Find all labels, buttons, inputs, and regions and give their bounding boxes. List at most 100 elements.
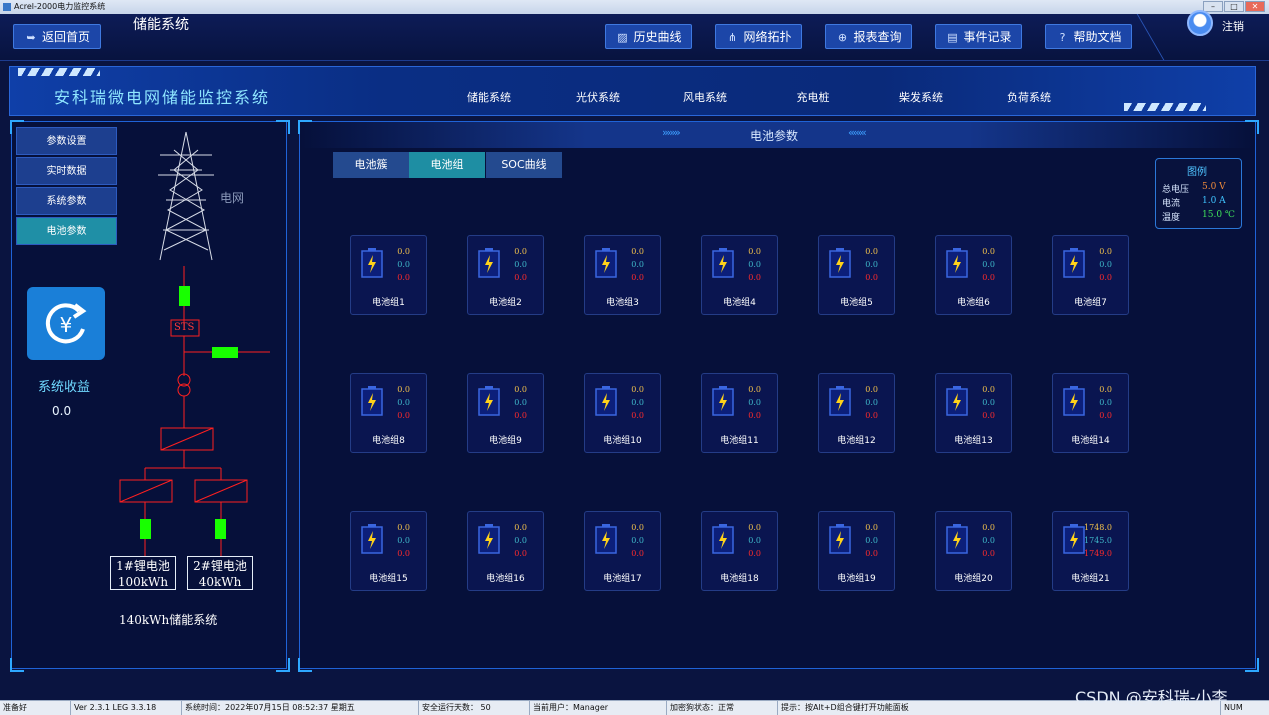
battery-icon	[946, 386, 968, 416]
tab-battery-group[interactable]: 电池组	[409, 152, 485, 178]
group-name: 电池组5	[840, 298, 873, 308]
battery-group-card[interactable]: 0.0 0.0 0.0 电池组5	[818, 235, 895, 315]
window-title-bar: Acrel-2000电力监控系统 – □ ✕	[0, 0, 1269, 14]
panel-corner	[1245, 658, 1259, 672]
battery-group-card[interactable]: 0.0 0.0 0.0 电池组13	[935, 373, 1012, 453]
battery-group-card[interactable]: 0.0 0.0 0.0 电池组4	[701, 235, 778, 315]
battery-2-box: 2#锂电池 40kWh	[187, 556, 253, 590]
revenue-icon: ¥	[27, 287, 105, 360]
battery-group-card[interactable]: 0.0 0.0 0.0 电池组3	[584, 235, 661, 315]
help-icon: ?	[1059, 31, 1066, 44]
group-temperature: 0.0	[631, 411, 644, 420]
battery-icon	[361, 248, 383, 278]
back-arrow-icon: ➥	[26, 31, 36, 44]
help-doc-button[interactable]: ? 帮助文档	[1045, 24, 1132, 49]
tab-storage-system[interactable]: 储能系统	[437, 87, 541, 109]
tab-charging-pile[interactable]: 充电桩	[761, 87, 865, 109]
tab-soc-curve[interactable]: SOC曲线	[486, 152, 562, 178]
group-temperature: 0.0	[397, 549, 410, 558]
panel-corner	[10, 658, 24, 672]
group-current: 0.0	[982, 260, 995, 269]
battery-group-card[interactable]: 0.0 0.0 0.0 电池组1	[350, 235, 427, 315]
panel-corner	[276, 658, 290, 672]
group-name: 电池组9	[489, 436, 522, 446]
battery-icon	[478, 386, 500, 416]
battery-group-card[interactable]: 0.0 0.0 0.0 电池组20	[935, 511, 1012, 591]
battery-group-card[interactable]: 1748.0 1745.0 1749.0 电池组21	[1052, 511, 1129, 591]
breaker-battery-1	[140, 519, 151, 539]
group-temperature: 0.0	[631, 549, 644, 558]
logout-link[interactable]: 注销	[1222, 18, 1244, 34]
group-voltage: 1748.0	[1084, 523, 1112, 532]
legend-value-current: 1.0 A	[1202, 196, 1226, 206]
group-current: 0.0	[514, 260, 527, 269]
legend-label-current: 电流	[1162, 199, 1181, 209]
battery-group-card[interactable]: 0.0 0.0 0.0 电池组2	[467, 235, 544, 315]
battery-group-card[interactable]: 0.0 0.0 0.0 电池组6	[935, 235, 1012, 315]
battery-group-card[interactable]: 0.0 0.0 0.0 电池组7	[1052, 235, 1129, 315]
group-temperature: 0.0	[1099, 273, 1112, 282]
tab-load-system[interactable]: 负荷系统	[977, 87, 1081, 109]
group-name: 电池组20	[954, 574, 993, 584]
group-temperature: 0.0	[748, 273, 761, 282]
battery-group-card[interactable]: 0.0 0.0 0.0 电池组18	[701, 511, 778, 591]
back-home-button[interactable]: ➥ 返回首页	[13, 24, 101, 49]
tab-pv-system[interactable]: 光伏系统	[546, 87, 650, 109]
group-name: 电池组8	[372, 436, 405, 446]
group-voltage: 0.0	[748, 385, 761, 394]
battery-group-card[interactable]: 0.0 0.0 0.0 电池组17	[584, 511, 661, 591]
battery-icon	[595, 386, 617, 416]
group-name: 电池组14	[1071, 436, 1110, 446]
report-query-button[interactable]: ⊕ 报表查询	[825, 24, 912, 49]
system-title: 安科瑞微电网储能监控系统	[54, 88, 271, 107]
group-voltage: 0.0	[397, 523, 410, 532]
group-current: 0.0	[748, 398, 761, 407]
group-temperature: 0.0	[982, 273, 995, 282]
group-name: 电池组1	[372, 298, 405, 308]
battery-icon	[829, 386, 851, 416]
battery-group-card[interactable]: 0.0 0.0 0.0 电池组8	[350, 373, 427, 453]
group-temperature: 0.0	[397, 411, 410, 420]
battery-icon	[946, 248, 968, 278]
chevrons-left-icon: ‹‹‹‹‹‹‹	[848, 126, 867, 139]
group-name: 电池组10	[603, 436, 642, 446]
battery-icon	[1063, 524, 1085, 554]
group-name: 电池组19	[837, 574, 876, 584]
user-avatar-icon[interactable]	[1187, 10, 1213, 36]
network-topology-button[interactable]: ⋔ 网络拓扑	[715, 24, 802, 49]
legend-label-temp: 温度	[1162, 213, 1181, 223]
tab-wind-system[interactable]: 风电系统	[653, 87, 757, 109]
legend-label-voltage: 总电压	[1162, 185, 1190, 195]
tab-battery-cluster[interactable]: 电池簇	[333, 152, 409, 178]
group-voltage: 0.0	[397, 247, 410, 256]
battery-icon	[712, 386, 734, 416]
tab-diesel-system[interactable]: 柴发系统	[869, 87, 973, 109]
history-curve-button[interactable]: ▨ 历史曲线	[605, 24, 692, 49]
battery-group-card[interactable]: 0.0 0.0 0.0 电池组11	[701, 373, 778, 453]
svg-text:¥: ¥	[60, 313, 73, 337]
close-button[interactable]: ✕	[1245, 1, 1265, 12]
revenue-value: 0.0	[52, 404, 72, 418]
breaker-side	[212, 347, 238, 358]
battery-group-card[interactable]: 0.0 0.0 0.0 电池组15	[350, 511, 427, 591]
group-name: 电池组13	[954, 436, 993, 446]
battery-group-card[interactable]: 0.0 0.0 0.0 电池组10	[584, 373, 661, 453]
group-name: 电池组2	[489, 298, 522, 308]
group-name: 电池组3	[606, 298, 639, 308]
minimize-button[interactable]: –	[1203, 1, 1223, 12]
battery-icon	[946, 524, 968, 554]
battery-icon	[1063, 386, 1085, 416]
maximize-button[interactable]: □	[1224, 1, 1244, 12]
battery-group-card[interactable]: 0.0 0.0 0.0 电池组12	[818, 373, 895, 453]
document-icon: ▤	[947, 31, 958, 44]
status-safe-days: 安全运行天数： 50	[418, 701, 491, 715]
battery-group-card[interactable]: 0.0 0.0 0.0 电池组19	[818, 511, 895, 591]
battery-group-card[interactable]: 0.0 0.0 0.0 电池组9	[467, 373, 544, 453]
group-voltage: 0.0	[982, 523, 995, 532]
battery-group-card[interactable]: 0.0 0.0 0.0 电池组14	[1052, 373, 1129, 453]
battery-group-card[interactable]: 0.0 0.0 0.0 电池组16	[467, 511, 544, 591]
group-voltage: 0.0	[865, 523, 878, 532]
event-log-button[interactable]: ▤ 事件记录	[935, 24, 1022, 49]
group-current: 0.0	[865, 398, 878, 407]
group-temperature: 0.0	[631, 273, 644, 282]
